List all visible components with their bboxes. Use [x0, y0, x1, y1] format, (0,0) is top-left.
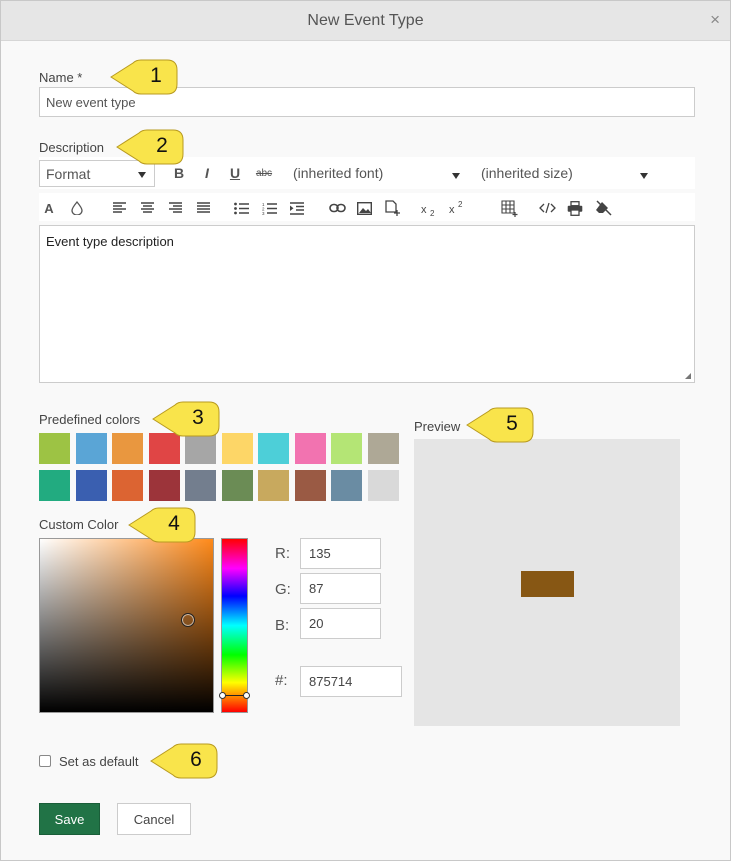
- highlight-color-icon[interactable]: [69, 197, 85, 219]
- save-button[interactable]: Save: [39, 803, 100, 835]
- color-swatch[interactable]: [112, 470, 143, 501]
- new-event-type-dialog: New Event Type × Name * New event type D…: [0, 0, 731, 861]
- align-left-icon[interactable]: [111, 197, 127, 219]
- color-swatch[interactable]: [75, 433, 107, 464]
- source-code-icon[interactable]: [538, 197, 556, 219]
- resize-grip-icon[interactable]: [685, 373, 691, 379]
- callout-number: 5: [506, 412, 518, 435]
- hue-slider-knob-right: [243, 692, 250, 699]
- hex-label: #:: [275, 672, 288, 689]
- custom-color-label: Custom Color: [39, 517, 119, 532]
- color-swatch[interactable]: [221, 470, 253, 501]
- svg-text:2: 2: [458, 201, 463, 209]
- color-swatch[interactable]: [112, 433, 143, 464]
- callout-number: 4: [168, 512, 180, 535]
- print-icon[interactable]: [566, 197, 584, 219]
- color-swatch[interactable]: [331, 470, 362, 501]
- description-label: Description: [39, 140, 105, 155]
- r-input[interactable]: 135: [300, 538, 381, 569]
- align-center-icon[interactable]: [139, 197, 155, 219]
- b-input[interactable]: 20: [300, 608, 381, 639]
- chevron-down-icon[interactable]: [640, 173, 648, 179]
- preview-event-block: [521, 571, 574, 597]
- callout-marker-1: 1: [109, 58, 181, 96]
- color-swatch[interactable]: [367, 433, 399, 464]
- underline-button[interactable]: U: [227, 162, 243, 184]
- callout-marker-3: 3: [151, 400, 223, 438]
- strikethrough-button[interactable]: abc: [254, 162, 274, 184]
- svg-text:x: x: [449, 204, 455, 215]
- predefined-colors-label: Predefined colors: [39, 412, 141, 427]
- font-family-dropdown[interactable]: (inherited font): [293, 162, 383, 184]
- color-swatch[interactable]: [294, 433, 326, 464]
- cancel-button[interactable]: Cancel: [117, 803, 191, 835]
- callout-marker-2: 2: [115, 128, 187, 166]
- align-right-icon[interactable]: [167, 197, 183, 219]
- subscript-icon[interactable]: x2: [421, 199, 439, 221]
- b-label: B:: [275, 617, 290, 634]
- callout-marker-4: 4: [127, 506, 199, 544]
- color-swatch[interactable]: [367, 470, 399, 501]
- insert-table-icon[interactable]: [500, 197, 518, 219]
- callout-marker-6: 6: [149, 742, 221, 780]
- hex-input[interactable]: 875714: [300, 666, 402, 697]
- preview-area: [414, 439, 680, 726]
- svg-text:3: 3: [262, 211, 265, 215]
- color-swatch[interactable]: [258, 433, 289, 464]
- bulleted-list-icon[interactable]: [233, 197, 249, 219]
- g-input[interactable]: 87: [300, 573, 381, 604]
- color-swatch[interactable]: [75, 470, 107, 501]
- color-swatch[interactable]: [39, 470, 70, 501]
- color-swatch[interactable]: [258, 470, 289, 501]
- description-content: Event type description: [46, 234, 174, 249]
- color-swatch[interactable]: [39, 433, 70, 464]
- color-swatch[interactable]: [331, 433, 362, 464]
- color-swatch[interactable]: [221, 433, 253, 464]
- indent-icon[interactable]: [289, 197, 305, 219]
- callout-marker-5: 5: [465, 406, 537, 444]
- link-icon[interactable]: [328, 197, 346, 219]
- close-icon[interactable]: ×: [710, 10, 720, 30]
- callout-number: 3: [192, 406, 204, 429]
- chevron-down-icon: [138, 172, 146, 178]
- color-picker-handle[interactable]: [181, 613, 195, 627]
- clear-formatting-icon[interactable]: [594, 197, 612, 219]
- chevron-down-icon[interactable]: [452, 173, 460, 179]
- description-editor[interactable]: Event type description: [39, 225, 695, 383]
- superscript-icon[interactable]: x2: [449, 197, 467, 219]
- dialog-title: New Event Type: [307, 12, 424, 29]
- g-label: G:: [275, 581, 291, 598]
- set-default-label[interactable]: Set as default: [59, 754, 139, 769]
- callout-number: 2: [156, 134, 168, 157]
- insert-file-icon[interactable]: [384, 197, 402, 219]
- callout-number: 1: [150, 64, 162, 87]
- svg-text:2: 2: [430, 209, 435, 217]
- callout-number: 6: [190, 748, 202, 771]
- preview-label: Preview: [414, 419, 461, 434]
- svg-text:x: x: [421, 204, 427, 216]
- numbered-list-icon[interactable]: 123: [261, 197, 277, 219]
- align-justify-icon[interactable]: [195, 197, 211, 219]
- italic-button[interactable]: I: [199, 162, 215, 184]
- hue-slider-knob-left: [219, 692, 226, 699]
- color-swatch[interactable]: [148, 470, 180, 501]
- dialog-titlebar: New Event Type ×: [1, 1, 730, 41]
- color-swatch[interactable]: [294, 470, 326, 501]
- r-label: R:: [275, 545, 290, 562]
- set-default-checkbox[interactable]: [39, 755, 51, 767]
- hue-slider-handle[interactable]: [219, 692, 250, 699]
- image-icon[interactable]: [356, 197, 372, 219]
- format-dropdown-label: Format: [46, 165, 91, 182]
- font-size-dropdown[interactable]: (inherited size): [481, 162, 573, 184]
- name-label: Name *: [39, 70, 83, 85]
- hue-slider-track[interactable]: [221, 538, 248, 713]
- color-swatch[interactable]: [185, 470, 216, 501]
- font-color-button[interactable]: A: [42, 197, 56, 219]
